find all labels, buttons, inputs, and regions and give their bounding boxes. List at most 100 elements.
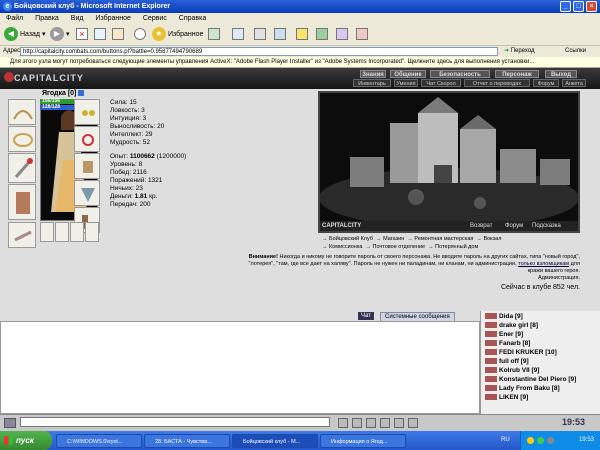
user-entry[interactable]: Konstantine Del Piero [9] [485, 375, 576, 384]
location-post-office[interactable]: → Почтовое отделение [365, 244, 425, 250]
user-entry[interactable]: Lady From Baku [8] [485, 384, 560, 393]
filter-button[interactable] [380, 418, 390, 428]
nav-inventory[interactable]: Инвентарь [353, 79, 391, 87]
taskbar-item-info[interactable]: Информация о Ягод... [320, 434, 406, 448]
user-entry[interactable]: Ener [9] [485, 330, 523, 339]
info-icon[interactable] [78, 90, 85, 97]
nav-forum[interactable]: Форум [533, 79, 559, 87]
stop-button[interactable]: × [76, 27, 88, 43]
user-entry[interactable]: Fanarb [8] [485, 339, 530, 348]
network-icon[interactable] [537, 437, 544, 444]
send-button[interactable] [338, 418, 348, 428]
history-button[interactable] [208, 27, 220, 43]
location-commission[interactable]: → Комиссионка [322, 244, 362, 250]
slot-armor[interactable] [8, 184, 36, 220]
nav-skills[interactable]: Умения [394, 79, 418, 87]
tray-icon[interactable] [527, 437, 534, 444]
slot-belt[interactable] [8, 222, 36, 248]
menu-item-help[interactable]: Справка [179, 15, 206, 22]
taskbar-item-fight-club[interactable]: Бойцовский клуб - M... [232, 434, 318, 448]
close-button[interactable]: × [586, 1, 597, 12]
nav-character[interactable]: Персонаж [495, 70, 539, 78]
nav-transfers[interactable]: Отчет о переводах [464, 79, 530, 87]
user-entry[interactable]: Dida [9] [485, 312, 523, 321]
messenger-button[interactable] [316, 27, 328, 43]
menu-item-edit[interactable]: Правка [35, 15, 59, 22]
back-button[interactable]: ◀ Назад ▾ [4, 27, 45, 43]
slot-item-2[interactable] [55, 222, 69, 242]
go-button[interactable]: ➜ Переход [504, 46, 535, 57]
location-fight-club[interactable]: → Бойцовский Клуб [322, 236, 373, 242]
user-entry[interactable]: Kolrub VII [9] [485, 366, 539, 375]
refresh-chat-button[interactable] [408, 418, 418, 428]
location-repair[interactable]: → Ремонтная мастерская [407, 236, 473, 242]
slot-shield[interactable] [74, 180, 100, 206]
minimize-button[interactable]: _ [560, 1, 571, 12]
mail-button[interactable] [232, 27, 244, 43]
ext-button[interactable] [336, 27, 348, 43]
slot-necklace[interactable] [8, 126, 36, 152]
city-map[interactable] [318, 91, 580, 233]
slot-earrings[interactable] [74, 99, 100, 125]
translit-button[interactable] [394, 418, 404, 428]
chat-tabs: Чат Системные сообщения [0, 311, 480, 322]
ext-button-2[interactable] [356, 27, 368, 43]
slot-ring[interactable] [74, 126, 100, 152]
slot-helmet[interactable] [8, 99, 36, 125]
refresh-button[interactable] [94, 27, 106, 43]
city-return-link[interactable]: Возврат [470, 221, 493, 231]
back-arrow-icon: ◀ [4, 27, 18, 42]
nav-knowledge[interactable]: Знания [360, 70, 386, 78]
chat-menu-icon[interactable] [4, 418, 16, 428]
thieves-link[interactable]: только взломщикам [518, 261, 569, 267]
nav-exit[interactable]: Выход [545, 70, 577, 78]
tab-chat[interactable]: Чат [358, 312, 374, 320]
note-button[interactable] [296, 27, 308, 43]
volume-icon[interactable] [547, 437, 554, 444]
language-indicator[interactable]: RU [501, 431, 510, 450]
user-entry[interactable]: FEDI KRUKER [10] [485, 348, 557, 357]
chat-log[interactable] [0, 321, 480, 414]
menu-item-file[interactable]: Файл [6, 15, 23, 22]
edit-button[interactable] [274, 27, 286, 43]
search-button[interactable] [134, 27, 146, 43]
location-station[interactable]: → Вокзал [476, 236, 501, 242]
links-button[interactable]: Ссылки [565, 46, 586, 57]
menu-item-favorites[interactable]: Избранное [95, 15, 130, 22]
taskbar-item-music[interactable]: 28. БАСТА - Чувства... [144, 434, 230, 448]
location-lost-house[interactable]: → Потерянный дом [428, 244, 478, 250]
clear-button[interactable] [366, 418, 376, 428]
menu-item-tools[interactable]: Сервис [143, 15, 167, 22]
nav-chat[interactable]: Общение [390, 70, 426, 78]
location-shop[interactable]: → Магазин [376, 236, 404, 242]
user-entry[interactable]: LIKEN [9] [485, 393, 528, 402]
home-button[interactable] [112, 27, 124, 43]
slot-item-3[interactable] [70, 222, 84, 242]
user-entry[interactable]: drake girl [8] [485, 321, 538, 330]
print-button[interactable] [254, 27, 266, 43]
slot-item-4[interactable] [85, 222, 99, 242]
chat-input[interactable] [20, 417, 330, 427]
activex-info-bar[interactable]: Для этого узла могут потребоваться следу… [0, 57, 600, 68]
favorites-button[interactable]: ★ Избранное [152, 27, 203, 43]
forward-button[interactable]: ▶ ▾ [50, 27, 69, 43]
taskbar-item-cmd[interactable]: C:\WINDOWS.0\syst... [56, 434, 142, 448]
maximize-button[interactable]: □ [573, 1, 584, 12]
slot-gloves[interactable] [74, 153, 100, 179]
character-name[interactable]: Ягодка [0] [42, 90, 85, 97]
nav-profile[interactable]: Анкета [562, 79, 586, 87]
city-logo: CAPITALCITY [322, 223, 362, 229]
user-entry[interactable]: full off [9] [485, 357, 529, 366]
address-input[interactable]: http://capitalcity.combats.com/buttons.p… [20, 47, 498, 56]
menu-bar: Файл Правка Вид Избранное Сервис Справка [0, 13, 600, 24]
slot-item-1[interactable] [40, 222, 54, 242]
nav-security[interactable]: Безопасность [430, 70, 490, 78]
city-forum-link[interactable]: Форум [505, 221, 523, 231]
smiles-button[interactable] [352, 418, 362, 428]
start-button[interactable]: пуск [0, 431, 52, 450]
slot-weapon[interactable] [8, 153, 36, 183]
menu-item-view[interactable]: Вид [71, 15, 84, 22]
city-hint-link[interactable]: Подсказка [532, 221, 561, 231]
nav-chat-log[interactable]: Чат Скорол [421, 79, 461, 87]
attr-intuition: Интуиция: 3 [110, 115, 147, 122]
